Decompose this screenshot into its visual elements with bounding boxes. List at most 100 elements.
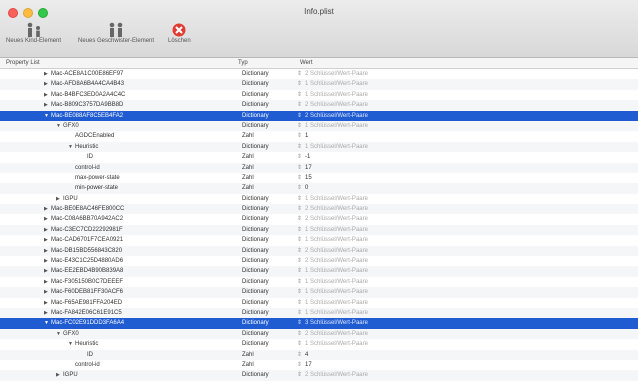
disclosure-closed-icon[interactable]: ▶ [44, 214, 51, 224]
row-value-cell[interactable]: ⇕ 1 Schlüssel/Wert-Paare [297, 277, 368, 287]
plist-row[interactable]: control-id Zahl ⇕ 17 [0, 162, 638, 173]
row-type-cell[interactable]: Dictionary [242, 79, 269, 89]
row-type-cell[interactable]: Zahl [242, 173, 254, 183]
disclosure-closed-icon[interactable]: ▶ [44, 100, 51, 110]
plist-row[interactable]: control-id Zahl ⇕ 17 [0, 360, 638, 370]
plist-row[interactable]: ▶ Mac-F65AE981FFA204ED Dictionary ⇕ 1 Schlüs… [0, 298, 638, 308]
plist-row[interactable]: ▼ GFX0 Dictionary ⇕ 2 Schlüssel/Wert-Paare [0, 328, 638, 340]
row-value-cell[interactable]: ⇕ 2 Schlüssel/Wert-Paare [297, 214, 368, 224]
plist-row[interactable]: ▶ Mac-E43C1C25D4880AD6 Dictionary ⇕ 2 Schlüs… [0, 256, 638, 266]
disclosure-open-icon[interactable]: ▼ [68, 339, 75, 349]
row-type-cell[interactable]: Zahl [242, 350, 254, 360]
row-value-cell[interactable]: ⇕ 2 Schlüssel/Wert-Paare [297, 329, 368, 339]
plist-row[interactable]: ▼ Heuristic Dictionary ⇕ 1 Schlüssel/Wert-Pa… [0, 339, 638, 349]
disclosure-closed-icon[interactable]: ▶ [44, 235, 51, 245]
row-type-cell[interactable]: Dictionary [242, 318, 269, 328]
plist-row[interactable]: ▶ Mac-F60DEB81FF30ACF6 Dictionary ⇕ 1 Schlüs… [0, 287, 638, 298]
type-stepper-icon[interactable]: ⇕ [297, 102, 302, 108]
row-type-cell[interactable]: Zahl [242, 183, 254, 193]
plist-row[interactable]: ▶ Mac-ACE8A1C00E86EF97 Dictionary ⇕ 2 Schlüs… [0, 69, 638, 79]
type-stepper-icon[interactable]: ⇕ [297, 216, 302, 222]
row-value-cell[interactable]: ⇕ 2 Schlüssel/Wert-Paare [297, 246, 368, 256]
row-type-cell[interactable]: Dictionary [242, 256, 269, 266]
row-type-cell[interactable]: Zahl [242, 131, 254, 141]
row-value-cell[interactable]: ⇕ 17 [297, 163, 312, 173]
row-type-cell[interactable]: Dictionary [242, 329, 269, 339]
row-value-cell[interactable]: ⇕ 4 [297, 350, 308, 360]
row-value-cell[interactable]: ⇕ 1 Schlüssel/Wert-Paare [297, 235, 368, 245]
plist-row[interactable]: AGDCEnabled Zahl ⇕ 1 [0, 131, 638, 141]
type-stepper-icon[interactable]: ⇕ [297, 133, 302, 139]
plist-row[interactable]: ▼ Heuristic Dictionary ⇕ 1 Schlüssel/Wert-Pa… [0, 141, 638, 153]
type-stepper-icon[interactable]: ⇕ [297, 362, 302, 368]
row-type-cell[interactable]: Dictionary [242, 204, 269, 214]
row-type-cell[interactable]: Dictionary [242, 111, 269, 121]
row-type-cell[interactable]: Dictionary [242, 235, 269, 245]
add-sibling-button[interactable]: Neues Geschwister-Element [78, 20, 154, 44]
row-value-cell[interactable]: ⇕ 1 Schlüssel/Wert-Paare [297, 339, 368, 349]
row-value-cell[interactable]: ⇕ 15 [297, 173, 312, 183]
row-value-cell[interactable]: ⇕ 17 [297, 360, 312, 370]
type-stepper-icon[interactable]: ⇕ [297, 81, 302, 87]
row-type-cell[interactable]: Dictionary [242, 266, 269, 276]
row-type-cell[interactable]: Dictionary [242, 370, 269, 380]
disclosure-open-icon[interactable]: ▼ [44, 318, 51, 328]
row-value-cell[interactable]: ⇕ 1 Schlüssel/Wert-Paare [297, 79, 368, 89]
row-value-cell[interactable]: ⇕ 1 Schlüssel/Wert-Paare [297, 121, 368, 131]
type-stepper-icon[interactable]: ⇕ [297, 237, 302, 243]
column-type-header[interactable]: Typ [238, 60, 248, 66]
row-type-cell[interactable]: Zahl [242, 152, 254, 162]
row-value-cell[interactable]: ⇕ 3 Schlüssel/Wert-Paare [297, 318, 368, 328]
disclosure-closed-icon[interactable]: ▶ [44, 287, 51, 297]
plist-row[interactable]: ▶ Mac-AFD8A6B4A4CA4B43 Dictionary ⇕ 1 Schlüs… [0, 79, 638, 90]
row-type-cell[interactable]: Dictionary [242, 308, 269, 318]
type-stepper-icon[interactable]: ⇕ [297, 248, 302, 254]
plist-row[interactable]: ▶ IGPU Dictionary ⇕ 2 Schlüssel/Wert-Paare [0, 370, 638, 381]
row-type-cell[interactable]: Dictionary [242, 287, 269, 297]
plist-row[interactable]: ▼ Mac-BE088AF8C5EB4FA2 Dictionary ⇕ 2 Schlüs… [0, 110, 638, 121]
disclosure-closed-icon[interactable]: ▶ [44, 69, 51, 79]
type-stepper-icon[interactable]: ⇕ [297, 279, 302, 285]
type-stepper-icon[interactable]: ⇕ [297, 206, 302, 212]
row-value-cell[interactable]: ⇕ 1 Schlüssel/Wert-Paare [297, 194, 368, 204]
row-type-cell[interactable]: Dictionary [242, 142, 269, 152]
column-value-header[interactable]: Wert [300, 60, 313, 66]
type-stepper-icon[interactable]: ⇕ [297, 331, 302, 337]
row-type-cell[interactable]: Dictionary [242, 194, 269, 204]
row-type-cell[interactable]: Dictionary [242, 100, 269, 110]
disclosure-closed-icon[interactable]: ▶ [56, 370, 63, 380]
row-type-cell[interactable]: Dictionary [242, 298, 269, 308]
plist-row[interactable]: max-power-state Zahl ⇕ 15 [0, 173, 638, 183]
row-value-cell[interactable]: ⇕ 1 Schlüssel/Wert-Paare [297, 225, 368, 235]
type-stepper-icon[interactable]: ⇕ [297, 227, 302, 233]
type-stepper-icon[interactable]: ⇕ [297, 196, 302, 202]
plist-row[interactable]: ▼ Mac-FC02E91DDD3FA6A4 Dictionary ⇕ 3 Schlüs… [0, 318, 638, 329]
row-value-cell[interactable]: ⇕ 1 Schlüssel/Wert-Paare [297, 90, 368, 100]
plist-row[interactable]: ▶ Mac-BE0E8AC46FE800CC Dictionary ⇕ 2 Schlüs… [0, 204, 638, 215]
row-value-cell[interactable]: ⇕ -1 [297, 152, 310, 162]
disclosure-open-icon[interactable]: ▼ [56, 329, 63, 339]
type-stepper-icon[interactable]: ⇕ [297, 341, 302, 347]
plist-row[interactable]: ▶ IGPU Dictionary ⇕ 1 Schlüssel/Wert-Paare [0, 194, 638, 204]
row-type-cell[interactable]: Dictionary [242, 214, 269, 224]
disclosure-closed-icon[interactable]: ▶ [44, 246, 51, 256]
disclosure-closed-icon[interactable]: ▶ [44, 90, 51, 100]
type-stepper-icon[interactable]: ⇕ [297, 300, 302, 306]
plist-row[interactable]: ▶ Mac-B4BFC3ED0A2A4C4C Dictionary ⇕ 1 Schlüs… [0, 90, 638, 100]
row-value-cell[interactable]: ⇕ 1 Schlüssel/Wert-Paare [297, 308, 368, 318]
disclosure-closed-icon[interactable]: ▶ [44, 308, 51, 318]
disclosure-closed-icon[interactable]: ▶ [44, 298, 51, 308]
plist-row[interactable]: ▼ GFX0 Dictionary ⇕ 1 Schlüssel/Wert-Paare [0, 120, 638, 132]
row-value-cell[interactable]: ⇕ 2 Schlüssel/Wert-Paare [297, 111, 368, 121]
disclosure-closed-icon[interactable]: ▶ [56, 194, 63, 204]
row-value-cell[interactable]: ⇕ 2 Schlüssel/Wert-Paare [297, 370, 368, 380]
type-stepper-icon[interactable]: ⇕ [297, 352, 302, 358]
delete-button[interactable]: Löschen [168, 20, 191, 44]
row-type-cell[interactable]: Dictionary [242, 339, 269, 349]
type-stepper-icon[interactable]: ⇕ [297, 165, 302, 171]
add-child-button[interactable]: Neues Kind-Element [6, 20, 61, 44]
row-type-cell[interactable]: Dictionary [242, 121, 269, 131]
disclosure-closed-icon[interactable]: ▶ [44, 204, 51, 214]
disclosure-open-icon[interactable]: ▼ [56, 121, 63, 131]
type-stepper-icon[interactable]: ⇕ [297, 320, 302, 326]
